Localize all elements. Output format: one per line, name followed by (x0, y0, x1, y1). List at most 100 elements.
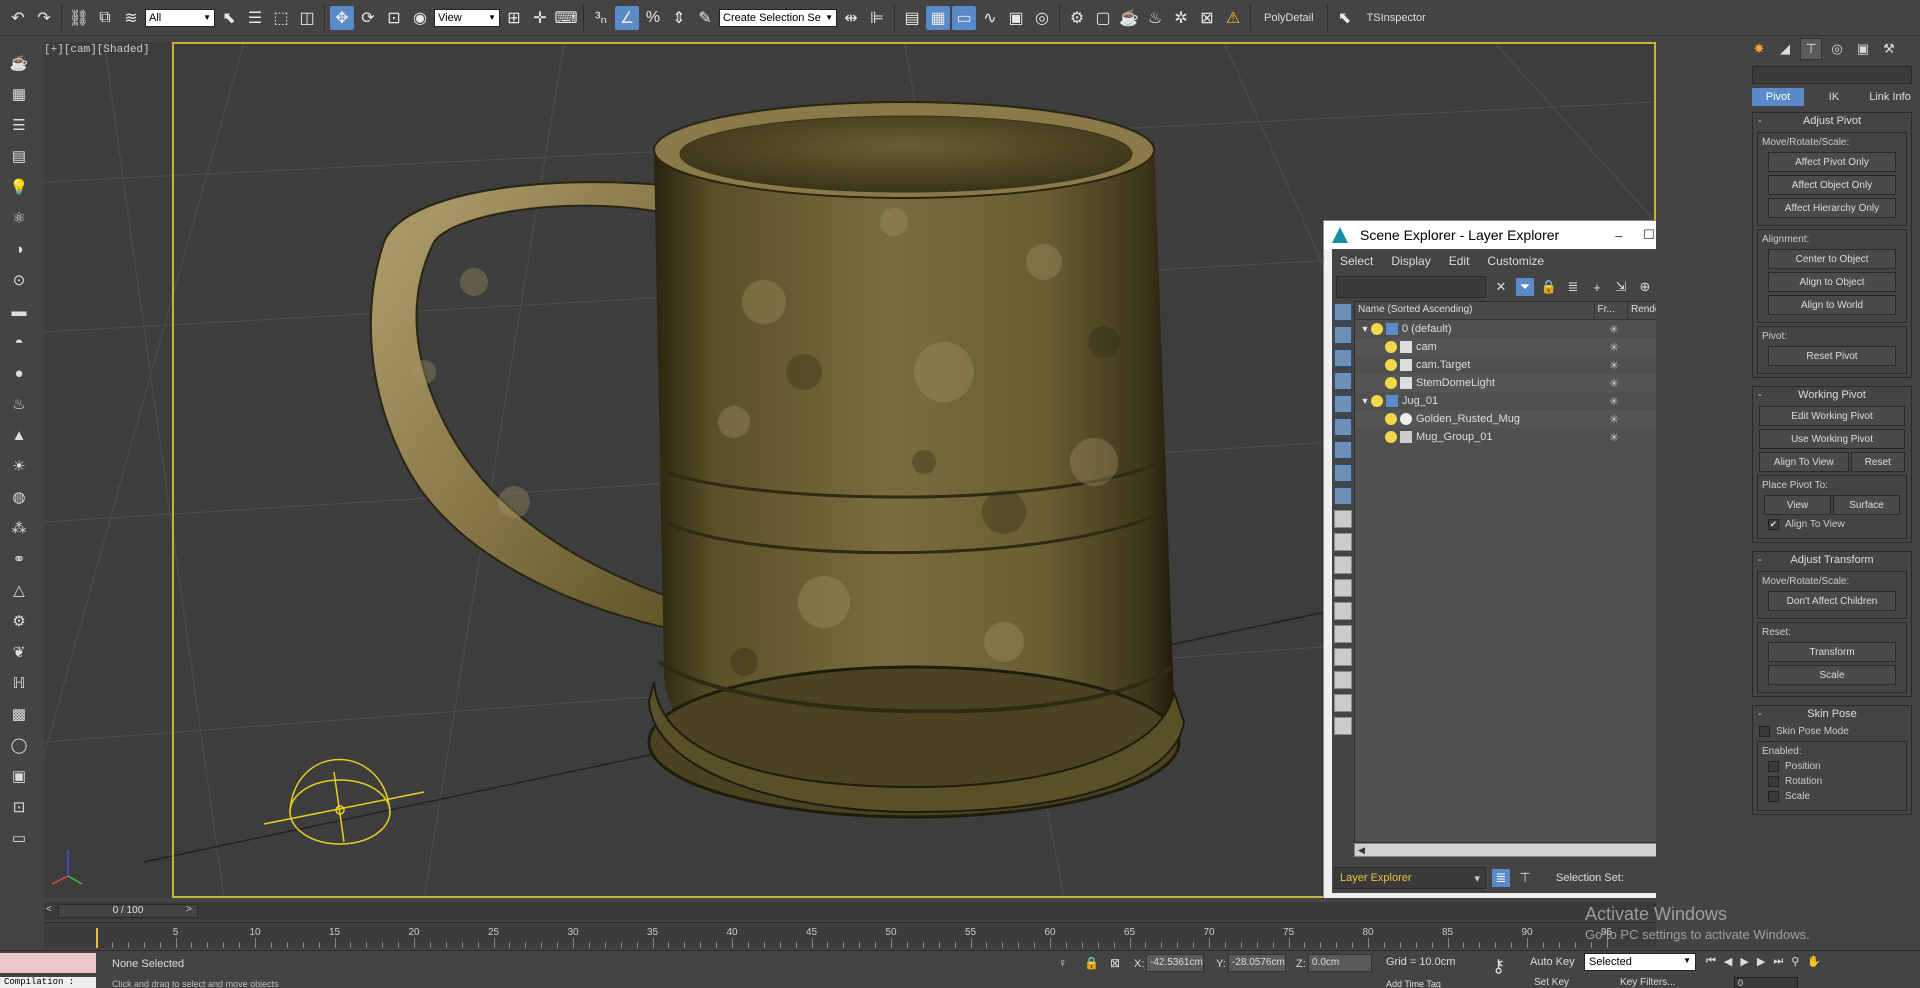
menu-select[interactable]: Select (1340, 254, 1373, 268)
z-coordinate-field[interactable]: 0.0cm (1308, 954, 1372, 972)
freeze-icon[interactable]: ✳ (1601, 431, 1627, 444)
rendered-frame-window-icon[interactable]: ▢ (1091, 6, 1115, 30)
table-row[interactable]: ▼0 (default)✳▼ (1355, 320, 1656, 338)
hemisphere-icon[interactable]: ◓ (6, 329, 32, 355)
explorer-type-dropdown[interactable]: Layer Explorer ▾ (1334, 867, 1486, 889)
add-time-tag-button[interactable]: Add Time Tag (1386, 979, 1441, 988)
table-row[interactable]: cam.Target✳▼ (1355, 356, 1656, 374)
light-bulb-icon[interactable] (1385, 431, 1397, 443)
light-bulb-icon[interactable] (1371, 395, 1383, 407)
display-groups-icon[interactable] (1334, 464, 1352, 482)
table-row[interactable]: Golden_Rusted_Mug✳▼ (1355, 410, 1656, 428)
select-by-name-icon[interactable]: ☰ (243, 6, 267, 30)
bind-space-warp-icon[interactable]: ≋ (119, 6, 143, 30)
redo-icon[interactable]: ↷ (32, 6, 56, 30)
object-name-field[interactable] (1752, 66, 1912, 84)
light-bulb-icon[interactable]: 💡 (6, 174, 32, 200)
scene-explorer-titlebar[interactable]: Scene Explorer - Layer Explorer – ☐ ✕ (1324, 221, 1656, 249)
expand-arrow-icon[interactable]: ▼ (1359, 324, 1371, 334)
column-header-frozen[interactable]: Fr... (1595, 302, 1628, 319)
select-and-manipulate-icon[interactable]: ✛ (528, 6, 552, 30)
list-icon[interactable]: ☰ (6, 112, 32, 138)
time-slider-thumb[interactable]: 0 / 100 (58, 904, 198, 918)
display-icon[interactable]: ▭ (6, 825, 32, 851)
isolate-icon[interactable]: ♀ (1058, 956, 1067, 970)
modify-tab-icon[interactable]: ◢ (1774, 38, 1796, 60)
viewport-label[interactable]: [+][cam][Shaded] (44, 44, 150, 56)
display-containers-icon[interactable] (1334, 533, 1352, 551)
filter-icon[interactable]: ⏷ (1516, 278, 1534, 296)
key-icon[interactable]: ⚷ (1492, 956, 1505, 977)
render-setup-icon[interactable]: ⚙ (1065, 6, 1089, 30)
freeze-icon[interactable]: ✳ (1601, 377, 1627, 390)
set-key-button[interactable]: Set Key (1534, 977, 1569, 988)
gear-icon[interactable]: ⚙ (6, 608, 32, 634)
tab-link-info[interactable]: Link Info (1864, 88, 1916, 106)
light-bulb-icon[interactable] (1385, 377, 1397, 389)
ts-inspector-icon[interactable]: ⬉ (1333, 6, 1357, 30)
select-in-layer-icon[interactable]: ⊕ (1636, 278, 1654, 296)
sun-icon[interactable]: ☀ (6, 453, 32, 479)
unlink-icon[interactable]: ⧉ (93, 6, 117, 30)
lock-icon[interactable]: 🔒 (1540, 278, 1558, 296)
table-row[interactable]: ▼Jug_01✳▼ (1355, 392, 1656, 410)
menu-display[interactable]: Display (1391, 254, 1430, 268)
display-geometry-icon[interactable] (1334, 326, 1352, 344)
display-xrefs-icon[interactable] (1334, 487, 1352, 505)
link-icon[interactable]: ⛓ (67, 6, 91, 30)
expand-arrow-icon[interactable]: ▼ (1359, 396, 1371, 406)
freeze-icon[interactable]: ✳ (1601, 413, 1627, 426)
next-frame-icon[interactable]: ▶ (1757, 955, 1765, 968)
minimize-icon[interactable]: – (1604, 228, 1634, 243)
layer-explorer-icon[interactable]: ▤ (900, 6, 924, 30)
display-all-toggle-icon[interactable] (1334, 602, 1352, 620)
align-to-object-button[interactable]: Align to Object (1768, 272, 1896, 292)
ball-icon[interactable]: ◯ (6, 732, 32, 758)
display-frozen-icon[interactable] (1334, 556, 1352, 574)
lock-icon[interactable]: ⊡ (6, 794, 32, 820)
dial-icon[interactable]: ◑ (6, 236, 32, 262)
light-bulb-icon[interactable] (1371, 323, 1383, 335)
percent-snap-icon[interactable]: % (641, 6, 665, 30)
light-bulb-icon[interactable] (1385, 359, 1397, 371)
light-bulb-icon[interactable] (1385, 413, 1397, 425)
mirror-icon[interactable]: ⇹ (839, 6, 863, 30)
reset-button[interactable]: Reset (1850, 452, 1905, 472)
scene-explorer-window[interactable]: Scene Explorer - Layer Explorer – ☐ ✕ Se… (1323, 220, 1656, 898)
adjust-transform-header[interactable]: - Adjust Transform (1753, 552, 1911, 568)
key-mode-dropdown[interactable]: Selected ▼ (1584, 953, 1696, 971)
prev-frame-icon[interactable]: < (46, 904, 52, 915)
table-row[interactable]: StemDomeLight✳▼ (1355, 374, 1656, 392)
y-coordinate-field[interactable]: -28.0576cm (1228, 954, 1286, 972)
plant-icon[interactable]: ❦ (6, 639, 32, 665)
warning-icon[interactable]: ⚠ (1221, 6, 1245, 30)
add-to-layer-icon[interactable]: ⇲ (1612, 278, 1630, 296)
skin-pose-mode-checkbox[interactable]: Skin Pose Mode (1759, 726, 1905, 737)
hair-icon[interactable]: ℍ (6, 670, 32, 696)
tab-ik[interactable]: IK (1808, 88, 1860, 106)
camera-icon[interactable]: ⊙ (6, 267, 32, 293)
clear-search-icon[interactable]: ✕ (1492, 278, 1510, 296)
hierarchy-icon[interactable] (1334, 694, 1352, 712)
menu-customize[interactable]: Customize (1487, 254, 1544, 268)
reference-coordinate-dropdown[interactable]: View ▼ (434, 8, 500, 27)
molecule-icon[interactable]: ⚭ (6, 546, 32, 572)
add-icon[interactable]: + (1588, 278, 1606, 296)
motion-tab-icon[interactable]: ◎ (1826, 38, 1848, 60)
display-bones-icon[interactable] (1334, 510, 1352, 528)
display-cameras-icon[interactable] (1334, 395, 1352, 413)
undo-icon[interactable]: ↶ (6, 6, 30, 30)
render-iterative-icon[interactable]: ♨ (1143, 6, 1167, 30)
center-to-object-button[interactable]: Center to Object (1768, 249, 1896, 269)
material-editor-icon[interactable]: ◎ (1030, 6, 1054, 30)
horizontal-scrollbar[interactable]: ◀ ▶ (1354, 843, 1656, 857)
table-row[interactable]: cam✳▼ (1355, 338, 1656, 356)
tab-pivot[interactable]: Pivot (1752, 88, 1804, 106)
render-icon[interactable]: ▣ (6, 763, 32, 789)
align-to-view-checkbox[interactable]: ✔ Align To View (1768, 519, 1896, 530)
play-icon[interactable]: ▶ (1740, 955, 1748, 968)
scene-explorer-icon[interactable]: ▦ (926, 5, 950, 30)
curve-editor-icon[interactable]: ∿ (978, 6, 1002, 30)
dont-affect-children-button[interactable]: Don't Affect Children (1768, 591, 1896, 611)
align-to-view-button[interactable]: Align To View (1759, 452, 1849, 472)
